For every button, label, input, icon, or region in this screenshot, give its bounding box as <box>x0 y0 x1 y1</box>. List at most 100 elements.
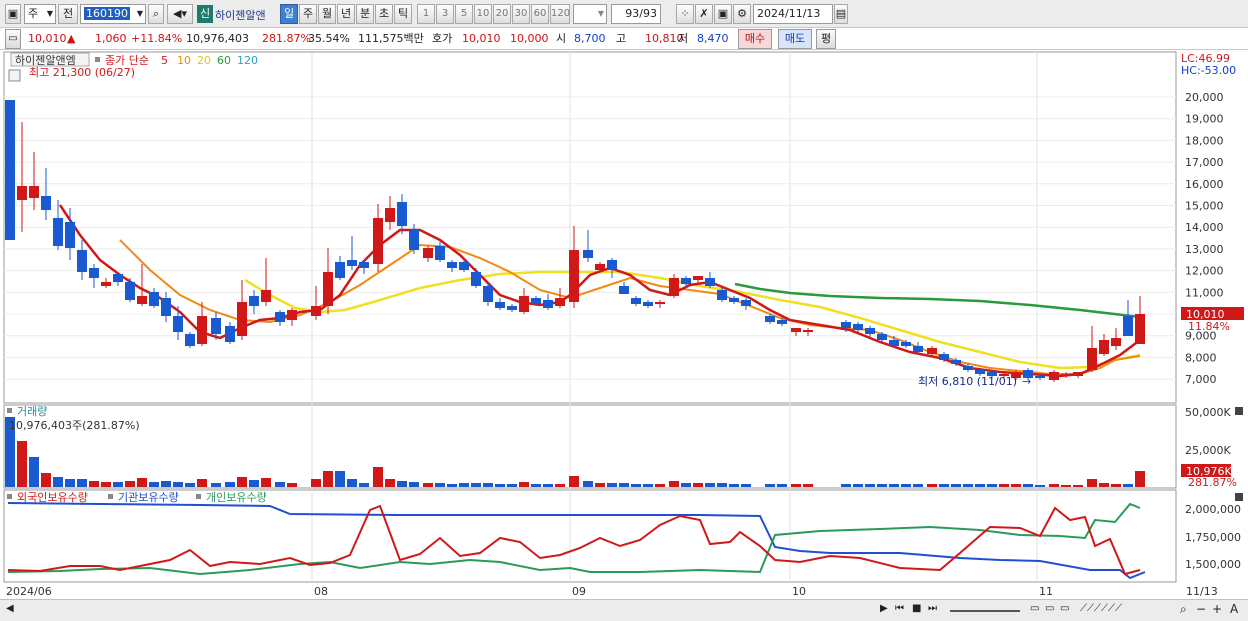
volume-bar <box>1087 479 1097 487</box>
volume-bar <box>865 484 875 487</box>
period-tick[interactable]: 틱 <box>394 4 412 24</box>
volume-bar <box>225 482 235 487</box>
candle-body <box>149 292 159 306</box>
font-size-icon[interactable]: A <box>1230 602 1238 616</box>
period-year[interactable]: 년 <box>337 4 355 24</box>
period-minute[interactable]: 분 <box>356 4 374 24</box>
prev-button[interactable]: 전 <box>58 4 78 24</box>
volume-bar <box>347 479 357 487</box>
period-month[interactable]: 월 <box>318 4 336 24</box>
stock-code-input[interactable]: 160190 ▼ <box>80 4 146 24</box>
volume-bar <box>927 484 937 487</box>
stop-icon[interactable]: ■ <box>912 603 921 614</box>
trade-amount: 111,575백만 <box>358 32 424 45</box>
search-icon[interactable]: ⌕ <box>148 4 164 24</box>
price-tick: 18,000 <box>1185 134 1224 147</box>
candle-body <box>631 298 641 304</box>
interval-10[interactable]: 10 <box>474 4 492 24</box>
close-icon[interactable] <box>1235 493 1243 501</box>
layout-icon[interactable]: ▭ <box>1030 603 1039 614</box>
buy-button[interactable]: 매수 <box>738 29 772 49</box>
candle-body <box>531 298 541 304</box>
candle-body <box>803 330 813 332</box>
calendar-icon[interactable] <box>8 69 21 82</box>
candle-body <box>173 316 183 332</box>
chart-scrollbar[interactable]: ◀ ▶ ⏮ ■ ⏭ ▭ ▭ ▭ ⟋⟋⟋⟋⟋⟋ ⌕ − + A <box>0 599 1248 621</box>
window-icon[interactable]: ▣ <box>5 4 21 24</box>
new-badge: 신 <box>197 5 213 23</box>
candle-body <box>1135 314 1145 344</box>
zoom-slider[interactable] <box>950 610 1020 612</box>
rewind-icon[interactable]: ⏮ <box>895 603 904 614</box>
dots-icon[interactable]: ⁘ <box>676 4 694 24</box>
period-second[interactable]: 초 <box>375 4 393 24</box>
holdings-legend-icon <box>7 494 12 499</box>
save-icon[interactable]: ▣ <box>714 4 732 24</box>
scroll-left-icon[interactable]: ◀ <box>6 603 14 614</box>
drawing-tools-icon[interactable]: ⟋⟋⟋⟋⟋⟋ <box>1080 603 1122 614</box>
market-select[interactable]: 주 ▼ <box>24 4 56 24</box>
sell-button[interactable]: 매도 <box>778 29 812 49</box>
volume-bar <box>987 484 997 487</box>
low-note: 최저 6,810 (11/01) <box>918 375 1017 388</box>
candle-body <box>459 262 469 270</box>
candle-body <box>423 248 433 258</box>
candle-body <box>865 328 875 334</box>
volume-bar <box>483 483 493 487</box>
volume-bar <box>791 484 801 487</box>
interval-30[interactable]: 30 <box>512 4 530 24</box>
expand-icon[interactable]: ▭ <box>5 29 21 49</box>
volume-bar <box>137 478 147 487</box>
volume-bar <box>631 484 641 487</box>
period-week[interactable]: 주 <box>299 4 317 24</box>
volume-bar <box>939 484 949 487</box>
eval-button[interactable]: 평 <box>816 29 836 49</box>
volume-legend-icon <box>7 408 12 413</box>
layout-icon[interactable]: ▭ <box>1045 603 1054 614</box>
interval-select[interactable]: ▼ <box>573 4 607 24</box>
holdings-tick-3: 1,500,000 <box>1185 558 1241 571</box>
interval-60[interactable]: 60 <box>531 4 549 24</box>
chart-area[interactable]: 20,000 19,000 18,000 17,000 16,000 15,000 14,0… <box>0 50 1248 599</box>
period-day[interactable]: 일 <box>280 4 298 24</box>
x-label-nov: 11 <box>1039 585 1053 598</box>
volume-bar <box>65 479 75 487</box>
date-field[interactable]: 2024/11/13 <box>753 4 833 24</box>
main-toolbar: ▣ 주 ▼ 전 160190 ▼ ⌕ ◀▾ 신 하이젠알앤 일 주 월 년 분 초 … <box>0 0 1248 28</box>
forward-icon[interactable]: ⏭ <box>928 603 937 614</box>
candle-body <box>125 282 135 300</box>
market-value: 주 <box>28 7 39 20</box>
candle-body <box>225 326 235 342</box>
candle-body <box>41 196 51 210</box>
volume-bar <box>359 483 369 487</box>
ma10-legend: 10 <box>177 54 191 67</box>
interval-1[interactable]: 1 <box>417 4 435 24</box>
play-icon[interactable]: ▶ <box>880 603 888 614</box>
holdings-legend-icon <box>196 494 201 499</box>
search-icon[interactable]: ⌕ <box>1180 602 1187 617</box>
candle-body <box>17 186 27 200</box>
close-icon[interactable] <box>1235 407 1243 415</box>
volume-bar <box>197 479 207 487</box>
layout-icon[interactable]: ▭ <box>1060 603 1069 614</box>
volume-bar <box>385 479 395 487</box>
holdings-tick-2: 1,750,000 <box>1185 531 1241 544</box>
draw-icon[interactable]: ✗ <box>695 4 713 24</box>
candle-body <box>583 250 593 258</box>
volume-bar <box>951 484 961 487</box>
volume-bar <box>41 473 51 487</box>
interval-3[interactable]: 3 <box>436 4 454 24</box>
zoom-in-icon[interactable]: + <box>1212 602 1222 616</box>
zoom-out-icon[interactable]: − <box>1196 602 1206 616</box>
calendar-icon[interactable]: ▤ <box>834 4 848 24</box>
gear-icon[interactable]: ⚙ <box>733 4 751 24</box>
speaker-icon[interactable]: ◀▾ <box>167 4 193 24</box>
volume-bar <box>507 484 517 487</box>
interval-20[interactable]: 20 <box>493 4 511 24</box>
high-note: 최고 21,300 (06/27) <box>29 66 135 79</box>
interval-120[interactable]: 120 <box>550 4 570 24</box>
interval-5[interactable]: 5 <box>455 4 473 24</box>
volume-bar <box>495 484 505 487</box>
count-field[interactable]: 93/93 <box>611 4 661 24</box>
candle-body <box>471 272 481 286</box>
